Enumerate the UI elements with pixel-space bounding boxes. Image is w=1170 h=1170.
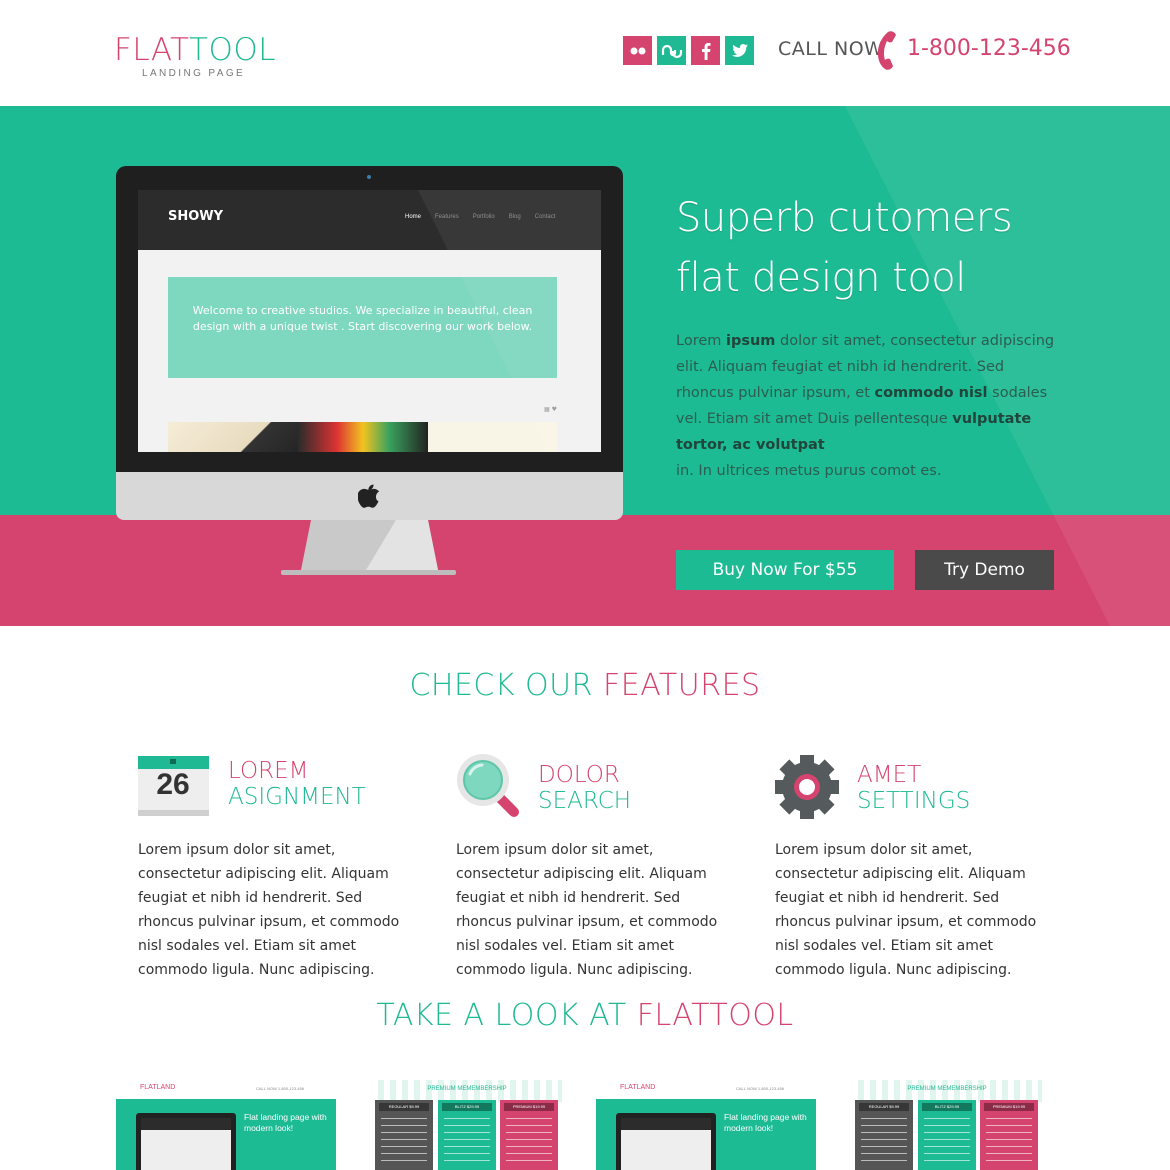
thumb-hero-text: Flat landing page with modern look!	[244, 1112, 327, 1133]
thumb-pricing: PREMIUM MEMEMBERSHIP REGULAR $9.99 BLITZ…	[852, 1080, 1042, 1170]
thumb-logo: FLATLAND	[620, 1084, 656, 1091]
thumb-hero-text: Flat landing page with modern look!	[724, 1112, 807, 1133]
hero-text: in. In ultrices metus purus comot es.	[676, 463, 942, 479]
gear-icon	[775, 755, 839, 819]
thumb-pricing-title: PREMIUM MEMEMBERSHIP	[427, 1086, 507, 1092]
preview-thumbnail-pricing[interactable]: PREMIUM MEMEMBERSHIP REGULAR $9.99 BLITZ…	[372, 1080, 592, 1170]
thumb-price-column: PREMIUM $19.99	[980, 1100, 1038, 1170]
phone-number[interactable]: 1-800-123-456	[907, 36, 1071, 61]
thumb-price: REGULAR $9.99	[379, 1103, 429, 1111]
feature-title-line2: SEARCH	[538, 788, 632, 814]
thumb-price: REGULAR $9.99	[859, 1103, 909, 1111]
camera-dot	[367, 175, 371, 179]
thumb-price-column: REGULAR $9.99	[375, 1100, 433, 1170]
thumb-header: FLATLAND CALL NOW 1-800-123-456	[596, 1080, 816, 1099]
feature-title: AMET SETTINGS	[857, 762, 970, 814]
stumbleupon-icon[interactable]	[657, 36, 686, 65]
logo-part-flat: FLAT	[114, 32, 190, 68]
logo-subtitle: LANDING PAGE	[142, 68, 246, 79]
logo-part-tool: TOOL	[189, 32, 277, 68]
hero-title: Superb cutomers flat design tool	[676, 188, 1096, 308]
thumb-logo: FLATLAND	[140, 1084, 176, 1091]
thumb-price: BLITZ $29.99	[442, 1103, 492, 1111]
feature-title-line2: ASIGNMENT	[228, 784, 366, 810]
feature-description: Lorem ipsum dolor sit amet, consectetur …	[456, 842, 718, 978]
feature-title: LOREM ASIGNMENT	[228, 758, 366, 810]
thumb-call: CALL NOW 1-800-123-456	[256, 1086, 305, 1091]
buy-now-button[interactable]: Buy Now For $55	[676, 550, 894, 590]
look-heading-part2: FLATTOOL	[636, 998, 794, 1033]
thumb-monitor	[136, 1113, 236, 1170]
magnifier-icon	[457, 754, 519, 817]
thumb-hero: Flat landing page with modern look!	[116, 1099, 336, 1170]
look-heading: TAKE A LOOK AT FLATTOOL	[0, 998, 1170, 1033]
thumb-price-column: REGULAR $9.99	[855, 1100, 913, 1170]
thumb-header: FLATLAND CALL NOW 1-800-123-456	[116, 1080, 336, 1099]
features-heading: CHECK OUR FEATURES	[0, 668, 1170, 703]
monitor-screen: SHOWY Home Features Portfolio Blog Conta…	[138, 190, 601, 452]
calendar-date: 26	[156, 768, 190, 801]
feature-title-line1: AMET	[857, 762, 922, 788]
look-heading-part1: TAKE A LOOK AT	[376, 998, 627, 1033]
thumb-call: CALL NOW 1-800-123-456	[736, 1086, 785, 1091]
feature-title-line2: SETTINGS	[857, 788, 971, 814]
feature-title-line1: LOREM	[228, 758, 309, 784]
features-heading-part1: CHECK OUR	[409, 668, 593, 703]
monitor-stand	[281, 520, 456, 575]
hero-title-line2: flat design tool	[676, 255, 966, 301]
calendar-icon: 26	[138, 752, 210, 822]
thumb-price: PREMIUM $19.99	[504, 1103, 554, 1111]
thumb-price-column: PREMIUM $19.99	[500, 1100, 558, 1170]
thumb-price-column: BLITZ $29.99	[438, 1100, 496, 1170]
thumb-price: BLITZ $29.99	[922, 1103, 972, 1111]
thumb-pricing: PREMIUM MEMEMBERSHIP REGULAR $9.99 BLITZ…	[372, 1080, 562, 1170]
preview-thumbnail-landing[interactable]: FLATLAND CALL NOW 1-800-123-456 Flat lan…	[116, 1080, 336, 1170]
feature-title: DOLOR SEARCH	[538, 762, 631, 814]
hero-text-bold: commodo nisl	[874, 385, 988, 401]
hero-description: Lorem ipsum dolor sit amet, consectetur …	[676, 328, 1056, 484]
feature-description: Lorem ipsum dolor sit amet, consectetur …	[138, 842, 400, 978]
thumb-monitor	[616, 1113, 716, 1170]
site-header: FLATTOOL LANDING PAGE CALL NOW 1-800-123…	[0, 0, 1170, 106]
features-heading-part2: FEATURES	[603, 668, 761, 703]
monitor-mockup: SHOWY Home Features Portfolio Blog Conta…	[116, 166, 623, 576]
try-demo-button[interactable]: Try Demo	[915, 550, 1054, 590]
hero-section: SHOWY Home Features Portfolio Blog Conta…	[0, 106, 1170, 626]
thumb-pricing-title: PREMIUM MEMEMBERSHIP	[907, 1086, 987, 1092]
feature-title-line1: DOLOR	[538, 762, 620, 788]
logo[interactable]: FLATTOOL LANDING PAGE	[114, 32, 276, 79]
preview-thumbnail-pricing[interactable]: PREMIUM MEMEMBERSHIP REGULAR $9.99 BLITZ…	[852, 1080, 1072, 1170]
feature-description: Lorem ipsum dolor sit amet, consectetur …	[775, 842, 1037, 978]
phone-icon	[877, 31, 896, 70]
thumb-price: PREMIUM $19.99	[984, 1103, 1034, 1111]
preview-thumbnail-landing[interactable]: FLATLAND CALL NOW 1-800-123-456 Flat lan…	[596, 1080, 816, 1170]
screen-glare	[418, 190, 601, 452]
flickr-icon[interactable]	[623, 36, 652, 65]
hero-text: Lorem	[676, 333, 726, 349]
logo-title: FLATTOOL	[114, 32, 276, 68]
twitter-icon[interactable]	[725, 36, 754, 65]
thumb-hero: Flat landing page with modern look!	[596, 1099, 816, 1170]
facebook-icon[interactable]	[691, 36, 720, 65]
social-links	[623, 36, 754, 65]
hero-title-line1: Superb cutomers	[676, 195, 1013, 241]
hero-text-bold: ipsum	[726, 333, 776, 349]
apple-logo-icon	[358, 484, 380, 508]
thumb-price-column: BLITZ $29.99	[918, 1100, 976, 1170]
